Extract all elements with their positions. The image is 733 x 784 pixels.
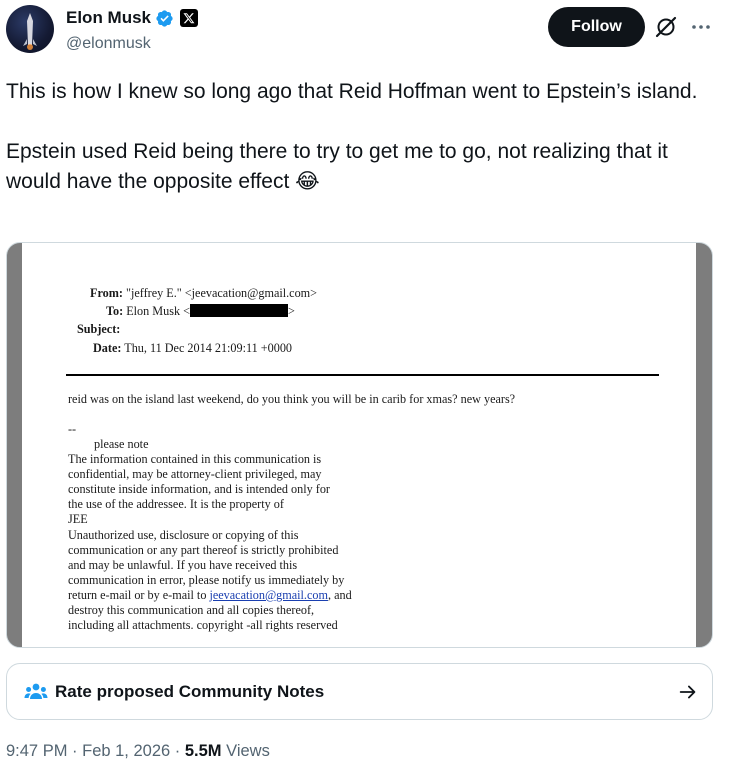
- email-disclaimer-line: JEE: [68, 512, 88, 526]
- email-message: reid was on the island last weekend, do …: [68, 392, 516, 406]
- email-divider: [66, 374, 659, 376]
- email-date-row: Date: Thu, 11 Dec 2014 21:09:11 +0000: [93, 341, 292, 356]
- email-link: jeevacation@gmail.com: [209, 588, 328, 602]
- email-signature-dash: --: [68, 422, 77, 436]
- author-name[interactable]: Elon Musk: [66, 8, 151, 28]
- tweet-media[interactable]: From: "jeffrey E." <jeevacation@gmail.co…: [6, 242, 713, 648]
- email-subject-label: Subject:: [77, 322, 121, 336]
- email-to-row: To: Elon Musk < >: [106, 304, 295, 319]
- email-from-row: From: "jeffrey E." <jeevacation@gmail.co…: [90, 286, 317, 301]
- avatar-image: [23, 13, 37, 50]
- email-to-prefix: Elon Musk <: [126, 304, 190, 318]
- email-disclaimer-line: communication in error, please notify us…: [68, 573, 345, 587]
- avatar[interactable]: [6, 5, 54, 53]
- email-return-suffix: , and: [327, 588, 352, 602]
- email-disclaimer-line: the use of the addressee. It is the prop…: [68, 497, 284, 511]
- email-from-value: "jeffrey E." <jeevacation@gmail.com>: [126, 286, 318, 300]
- email-disclaimer-line: confidential, may be attorney-client pri…: [68, 467, 322, 481]
- verified-badge-icon: [156, 9, 173, 27]
- community-notes-prompt[interactable]: Rate proposed Community Notes: [6, 663, 713, 720]
- follow-button[interactable]: Follow: [548, 7, 645, 47]
- views-label: Views: [221, 742, 270, 760]
- email-date-label: Date:: [93, 341, 122, 355]
- grok-icon[interactable]: [654, 15, 678, 39]
- tweet-timestamp[interactable]: 9:47 PM · Feb 1, 2026 ·: [6, 742, 185, 760]
- tweet-header: Elon Musk @elonmusk Follow: [0, 0, 733, 70]
- email-disclaimer-line: communication or any part thereof is str…: [68, 543, 339, 557]
- tweet-paragraph-1: This is how I knew so long ago that Reid…: [6, 80, 698, 103]
- email-subject-row: Subject:: [77, 322, 120, 337]
- author-handle[interactable]: @elonmusk: [66, 35, 151, 53]
- email-please-note: please note: [94, 437, 149, 451]
- email-to-label: To:: [106, 304, 124, 318]
- email-disclaimer-line: Unauthorized use, disclosure or copying …: [68, 528, 299, 542]
- redaction-bar: [189, 304, 288, 317]
- email-disclaimer-line: and may be unlawful. If you have receive…: [68, 558, 298, 572]
- email-from-label: From:: [90, 286, 123, 300]
- email-return-prefix: return e-mail or by e-mail to: [68, 588, 210, 602]
- community-notes-icon: [24, 683, 48, 699]
- email-disclaimer-line: The information contained in this commun…: [68, 452, 322, 466]
- community-notes-label: Rate proposed Community Notes: [55, 682, 325, 701]
- tweet-text: This is how I knew so long ago that Reid…: [6, 77, 721, 197]
- author-name-row: Elon Musk: [66, 8, 199, 28]
- email-date-value: Thu, 11 Dec 2014 21:09:11 +0000: [124, 341, 293, 355]
- tweet-paragraph-2: Epstein used Reid being there to try to …: [6, 140, 668, 193]
- tweet-meta: 9:47 PM · Feb 1, 2026 · 5.5M Views: [6, 742, 270, 761]
- email-closing-line: destroy this communication and all copie…: [68, 603, 315, 617]
- more-icon[interactable]: [689, 15, 713, 39]
- email-return-line: return e-mail or by e-mail to jeevacatio…: [68, 588, 352, 603]
- x-logo-icon: [180, 9, 199, 27]
- email-disclaimer-line: constitute inside information, and is in…: [68, 482, 330, 496]
- email-document: From: "jeffrey E." <jeevacation@gmail.co…: [22, 243, 696, 647]
- arrow-right-icon: [679, 685, 696, 699]
- email-closing-line: including all attachments. copyright -al…: [68, 618, 338, 632]
- views-count: 5.5M: [184, 742, 222, 760]
- email-to-suffix: >: [287, 304, 295, 318]
